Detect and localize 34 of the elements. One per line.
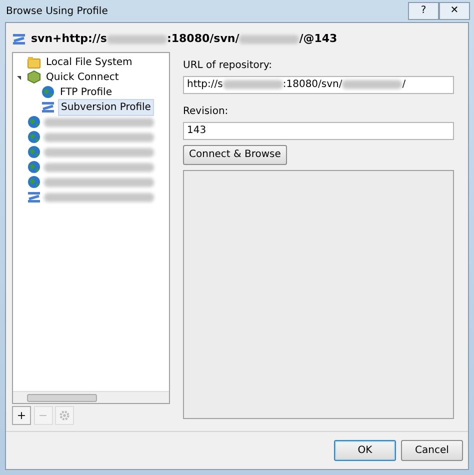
globe-icon	[27, 130, 41, 144]
window-title: Browse Using Profile	[6, 4, 109, 18]
revision-field[interactable]: 143	[183, 122, 454, 140]
dialog-button[interactable]: Cancel	[401, 440, 463, 461]
globe-icon	[27, 175, 41, 189]
globe-icon	[41, 85, 55, 99]
connect-browse-button[interactable]: Connect & Browse	[183, 144, 287, 164]
stripes-icon	[12, 32, 26, 46]
scrollbar-thumb[interactable]	[27, 394, 97, 402]
help-button[interactable]: ?	[408, 2, 439, 20]
stripes-icon	[27, 190, 41, 204]
tree-item[interactable]: Local File System	[44, 54, 134, 70]
blurred-text	[239, 34, 300, 44]
header-path: svn+http://s :18080/svn/ /@143	[31, 31, 338, 47]
field-label: URL of repository:	[183, 58, 274, 72]
blurred-text	[106, 34, 167, 44]
gear-icon	[59, 410, 70, 421]
close-button[interactable]: ✕	[439, 2, 470, 20]
tree-item[interactable]: Quick Connect	[44, 70, 121, 84]
cube-icon	[27, 70, 41, 84]
stripes-icon	[41, 100, 55, 114]
globe-icon	[27, 115, 41, 129]
folder-icon	[27, 55, 41, 69]
url-field[interactable]: http://s :18080/svn/ /	[183, 76, 454, 94]
expander-icon[interactable]	[17, 76, 21, 80]
add-button[interactable]: +	[12, 406, 31, 425]
blurred-text	[222, 80, 283, 89]
tree-item[interactable]: FTP Profile	[58, 84, 114, 100]
tree-item[interactable]: Subversion Profile	[58, 98, 154, 116]
globe-icon	[27, 145, 41, 159]
field-label: Revision:	[183, 104, 230, 118]
globe-icon	[27, 160, 41, 174]
blurred-text	[342, 80, 402, 89]
dialog-button[interactable]: OK	[334, 440, 396, 461]
